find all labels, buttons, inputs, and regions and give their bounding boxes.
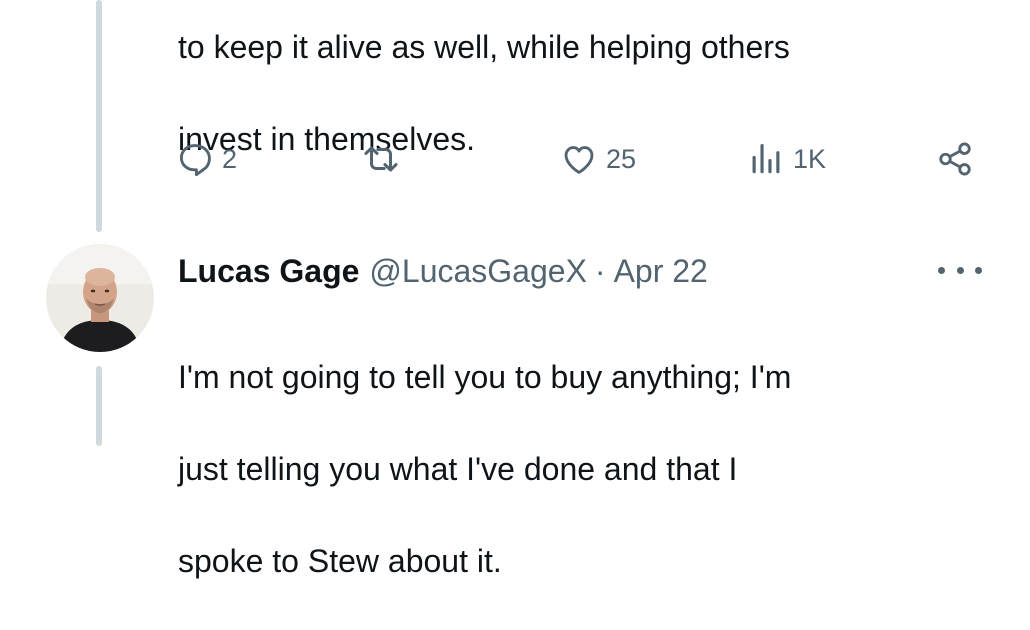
more-icon-dot bbox=[975, 266, 982, 274]
views-icon bbox=[752, 143, 780, 174]
tweet-header: Lucas Gage @LucasGageX · Apr 22 bbox=[178, 248, 708, 294]
views-button[interactable]: 1K bbox=[747, 136, 826, 182]
avatar-photo bbox=[46, 244, 154, 352]
display-name[interactable]: Lucas Gage bbox=[178, 253, 359, 290]
previous-tweet-line: to keep it alive as well, while helping … bbox=[178, 29, 790, 65]
views-count: 1K bbox=[793, 143, 827, 174]
more-icon-dot bbox=[956, 266, 964, 274]
reply-icon bbox=[179, 144, 211, 177]
user-handle[interactable]: @LucasGageX bbox=[369, 253, 587, 290]
retweet-button[interactable] bbox=[362, 136, 408, 182]
tweet-actions-bar: 2 25 1K bbox=[176, 136, 991, 182]
more-options-button[interactable] bbox=[938, 254, 982, 286]
share-button[interactable] bbox=[936, 136, 974, 182]
tweet-date[interactable]: Apr 22 bbox=[614, 253, 708, 290]
like-count: 25 bbox=[606, 143, 637, 174]
share-icon bbox=[939, 142, 971, 176]
tweet-line: spoke to Stew about it. bbox=[178, 543, 502, 579]
tweet-line: I'm not going to tell you to buy anythin… bbox=[178, 359, 792, 395]
thread-line-continued bbox=[96, 366, 102, 446]
tweet-text: I'm not going to tell you to buy anythin… bbox=[178, 308, 998, 630]
retweet-icon bbox=[364, 146, 398, 172]
like-button[interactable]: 25 bbox=[560, 136, 636, 182]
reply-count: 2 bbox=[222, 143, 238, 174]
header-separator: · bbox=[594, 252, 606, 289]
more-icon bbox=[938, 266, 945, 274]
tweet-line: just telling you what I've done and that… bbox=[178, 451, 738, 487]
heart-icon bbox=[564, 146, 594, 174]
avatar[interactable] bbox=[46, 244, 154, 352]
thread-line bbox=[96, 0, 102, 232]
reply-button[interactable]: 2 bbox=[176, 136, 237, 182]
